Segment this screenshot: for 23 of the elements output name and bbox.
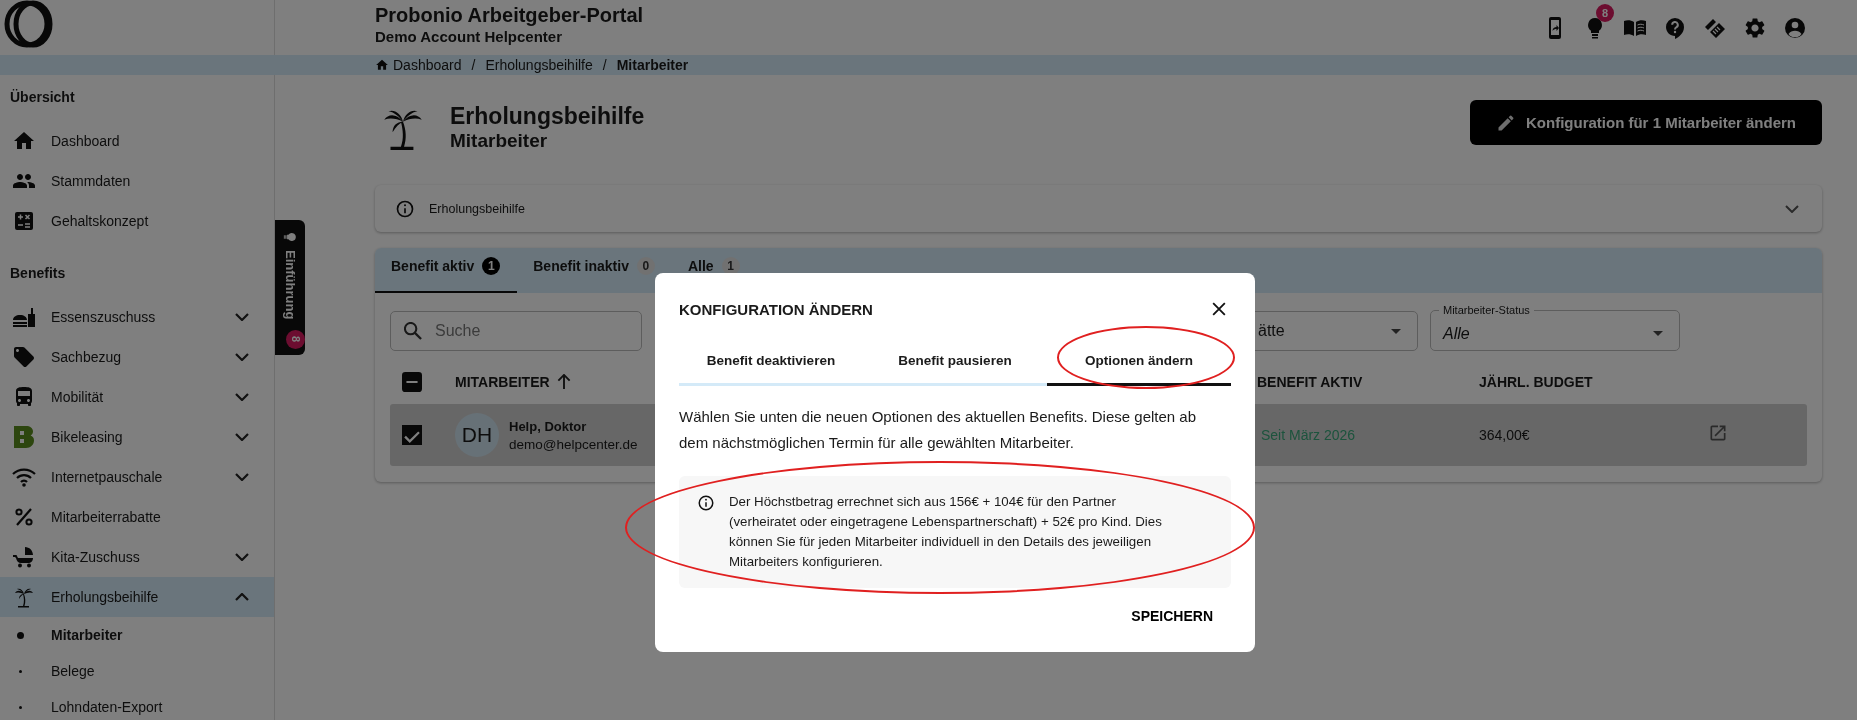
page-title: Erholungsbeihilfe — [450, 103, 645, 130]
accordion-title: Erholungsbeihilfe — [429, 201, 525, 216]
count-badge: 8 — [286, 330, 305, 349]
dialog-title: KONFIGURATION ÄNDERN — [679, 300, 873, 318]
section-title: Benefits — [9, 264, 67, 283]
account-name: Demo Account Helpcenter — [375, 28, 563, 45]
avatar: DH — [455, 413, 499, 457]
field-label: Mitarbeiter-Status — [1442, 303, 1531, 317]
count-badge: 1 — [482, 257, 501, 275]
intro-label: Einführung — [282, 250, 298, 320]
employee-email: demo@helpcenter.de — [509, 436, 638, 452]
note-text: Der Höchstbetrag errechnet sich aus 156€ + 104€ für den Partner (verheiratet oder eingetragene Lebenspartnerschaft) + 52€ pro Kind. Dies können Sie für jeden Mitarbeiter individuell in den Details des jeweiligen Mitarbeiters konfigurieren. — [729, 493, 1163, 571]
section-title: Übersicht — [9, 88, 76, 107]
dialog-description: Wählen Sie unten die neuen Optionen des aktuellen Benefits. Diese gelten ab dem nächstmöglichen Termin für alle gewählten Mitarbeiter. — [679, 407, 1198, 453]
table-cell: Seit März 2026 — [1261, 427, 1356, 443]
breadcrumb-separator: / — [471, 57, 476, 73]
page-subtitle: Mitarbeiter — [450, 130, 549, 152]
app-title: Probonio Arbeitgeber-Portal — [375, 4, 644, 27]
notification-badge: 8 — [1596, 3, 1614, 22]
employee-name: Help, Doktor — [509, 418, 588, 434]
count-badge: 0 — [636, 257, 655, 275]
breadcrumb-separator: / — [602, 57, 607, 73]
table-cell: 364,00€ — [1479, 427, 1530, 443]
